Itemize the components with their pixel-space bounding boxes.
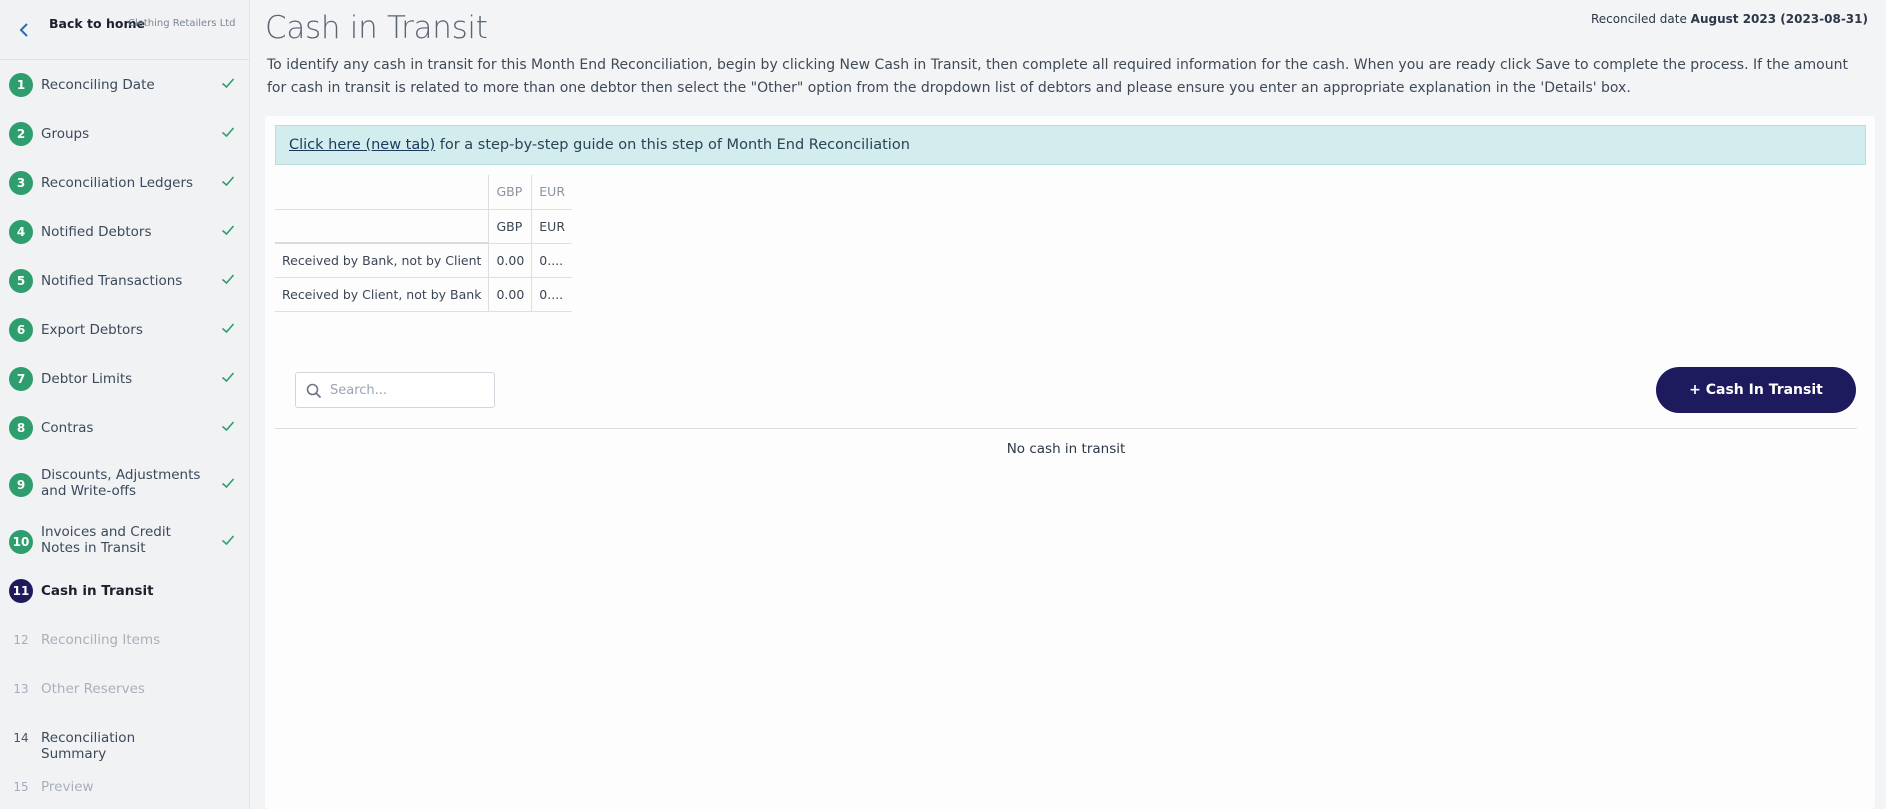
step-label: Reconciling Items xyxy=(41,632,161,648)
totals-table: GBP EUR GBP EUR Received by Bank, not by… xyxy=(275,175,573,312)
checkmark-icon xyxy=(220,475,236,491)
step-number: 1 xyxy=(9,73,33,97)
step-label: Notified Debtors xyxy=(41,224,152,240)
step-label: Reconciling Date xyxy=(41,77,155,93)
step-number: 6 xyxy=(9,318,33,342)
step-label: Reconciliation Ledgers xyxy=(41,175,194,191)
step-label: Reconciliation Summary xyxy=(41,730,136,762)
currency-header-eur: EUR xyxy=(531,175,573,210)
search-input[interactable] xyxy=(330,379,488,401)
row-label: Received by Bank, not by Client xyxy=(275,243,489,278)
step-label: Notified Transactions xyxy=(41,273,183,289)
table-row: Received by Client, not by Bank 0.00 0..… xyxy=(275,277,573,312)
add-cash-in-transit-button[interactable]: + Cash In Transit xyxy=(1656,367,1856,413)
table-row: Received by Bank, not by Client 0.00 0..… xyxy=(275,243,573,278)
step-label: Cash in Transit xyxy=(41,583,154,599)
step-label: Other Reserves xyxy=(41,681,145,697)
step-label: Groups xyxy=(41,126,90,142)
guide-link[interactable]: Click here (new tab) xyxy=(289,137,435,153)
currency-gbp: GBP xyxy=(488,209,532,244)
checkmark-icon xyxy=(220,124,236,140)
step-number: 3 xyxy=(9,171,33,195)
step-number: 12 xyxy=(13,633,29,647)
checkmark-icon xyxy=(220,271,236,287)
step-label: Debtor Limits xyxy=(41,371,133,387)
search-icon xyxy=(305,382,323,400)
table-row: GBP EUR xyxy=(275,209,573,244)
checkmark-icon xyxy=(220,369,236,385)
divider xyxy=(275,428,1857,429)
row-value: 0.... xyxy=(531,243,573,278)
guide-text: for a step-by-step guide on this step of… xyxy=(435,137,910,153)
step-number: 9 xyxy=(9,473,33,497)
step-label: Preview xyxy=(41,779,94,795)
checkmark-icon xyxy=(220,532,236,548)
currency-header-gbp: GBP xyxy=(488,175,532,210)
guide-banner: Click here (new tab) for a step-by-step … xyxy=(275,125,1866,165)
step-number: 8 xyxy=(9,416,33,440)
row-value: 0.00 xyxy=(488,277,532,312)
row-value: 0.... xyxy=(531,277,573,312)
checkmark-icon xyxy=(220,75,236,91)
step-label: Invoices and Credit Notes in Transit xyxy=(41,524,171,556)
step-label: Discounts, Adjustments and Write-offs xyxy=(41,467,201,499)
reconciled-date: Reconciled date August 2023 (2023-08-31) xyxy=(1591,12,1868,26)
row-value: 0.00 xyxy=(488,243,532,278)
checkmark-icon xyxy=(220,320,236,336)
step-number: 15 xyxy=(13,780,29,794)
reconciled-date-value: August 2023 (2023-08-31) xyxy=(1690,12,1868,26)
step-number: 13 xyxy=(13,682,29,696)
page-title: Cash in Transit xyxy=(265,10,488,46)
empty-message: No cash in transit xyxy=(1006,441,1126,457)
step-number: 14 xyxy=(13,731,29,745)
row-label: Received by Client, not by Bank xyxy=(275,277,489,312)
step-label: Contras xyxy=(41,420,94,436)
step-number: 2 xyxy=(9,122,33,146)
reconciled-date-label: Reconciled date xyxy=(1590,12,1691,26)
checkmark-icon xyxy=(220,222,236,238)
chevron-left-icon[interactable] xyxy=(17,20,33,40)
search-box xyxy=(295,372,495,408)
checkmark-icon xyxy=(220,418,236,434)
checkmark-icon xyxy=(220,173,236,189)
sidebar: Back to home Clothing Retailers Ltd 1 Rec… xyxy=(0,0,250,809)
step-number: 5 xyxy=(9,269,33,293)
company-name: Clothing Retailers Ltd xyxy=(128,18,236,29)
back-row: Back to home Clothing Retailers Ltd xyxy=(0,0,250,60)
table-cell xyxy=(275,209,489,244)
step-number: 11 xyxy=(9,579,33,603)
table-cell xyxy=(275,175,489,210)
step-number: 7 xyxy=(9,367,33,391)
step-number: 10 xyxy=(9,530,33,554)
table-row: GBP EUR xyxy=(275,175,573,210)
step-label: Export Debtors xyxy=(41,322,143,338)
currency-eur: EUR xyxy=(531,209,573,244)
step-number: 4 xyxy=(9,220,33,244)
intro-text: To identify any cash in transit for this… xyxy=(267,57,1848,96)
